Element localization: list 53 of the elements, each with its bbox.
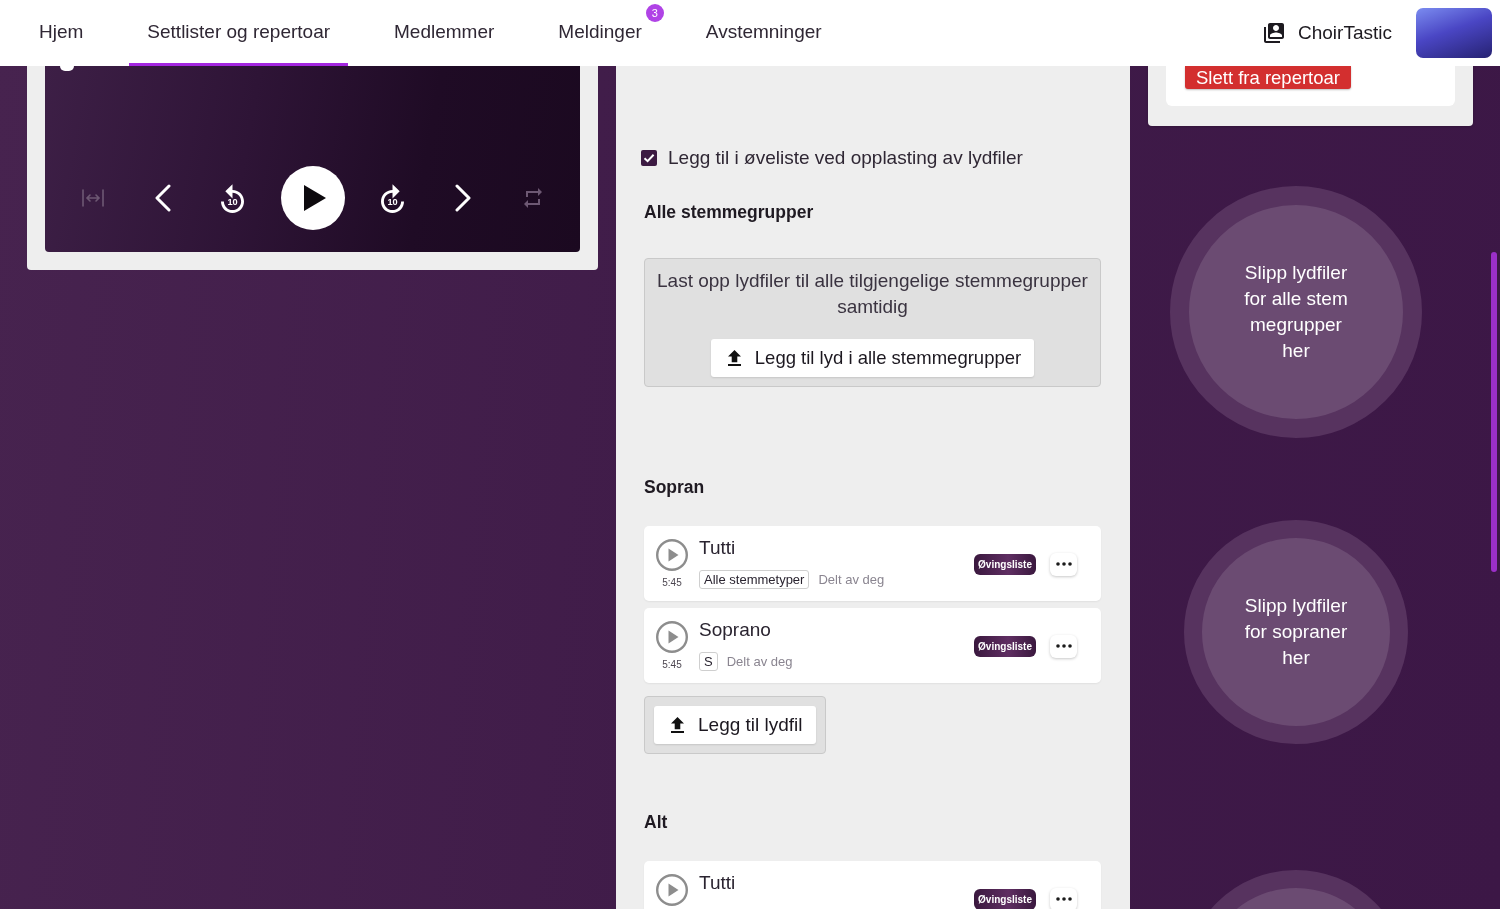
nav-tab[interactable]: Avstemninger	[687, 0, 840, 66]
delete-button[interactable]: Slett fra repertoar	[1185, 66, 1351, 89]
photo-placeholder[interactable]	[1416, 8, 1492, 58]
chevron-left-icon[interactable]	[154, 184, 171, 212]
play-icon[interactable]	[656, 621, 688, 653]
more-icon	[1055, 897, 1072, 901]
forward-icon[interactable]: 10	[381, 183, 404, 213]
more-button[interactable]	[1050, 552, 1077, 576]
shared-by-text: Delt av deg	[818, 572, 885, 587]
track-card[interactable]: Tutti Øvingsliste	[644, 861, 1101, 909]
replay-icon[interactable]: 10	[221, 183, 244, 213]
section-heading: Sopran	[644, 476, 706, 499]
drop-zone-text: Slipp lydfiler for sopraner her	[1243, 594, 1349, 670]
checkbox[interactable]	[641, 150, 657, 166]
person-cards-icon[interactable]	[1264, 23, 1284, 43]
checkbox-label: Legg til i øveliste ved opplasting av lydfiler	[668, 148, 1023, 168]
practice-list-badge: Øvingsliste	[974, 888, 1036, 909]
track-title: Soprano	[699, 618, 772, 642]
drop-zone[interactable]: Slipp lydfiler for alle stemmegrupper her	[1170, 186, 1422, 438]
track-title: Tutti	[699, 536, 737, 560]
drop-zone-text: Slipp lydfiler for alle stemmegrupper her	[1243, 261, 1349, 363]
track-card[interactable]: 5:45 Soprano S Delt av deg Øvingsliste	[644, 608, 1101, 683]
upload-button[interactable]: Legg til lydfil	[654, 706, 816, 744]
voice-type-tag: Alle stemmetyper	[699, 570, 810, 589]
track-duration: 5:45	[662, 577, 682, 589]
scrollbar-thumb[interactable]	[1491, 252, 1497, 572]
section-heading: Alt	[644, 811, 669, 834]
upload-description: Last opp lydfiler til alle tilgjengelige stemmegrupper samtidig	[656, 269, 1089, 319]
chevron-right-icon[interactable]	[454, 184, 471, 212]
practice-list-badge: Øvingsliste	[974, 553, 1036, 575]
notification-badge: 3	[645, 4, 664, 22]
upload-icon	[727, 350, 741, 366]
track-card[interactable]: 5:45 Tutti Alle stemmetyper Delt av deg Øvingsliste	[644, 526, 1101, 601]
track-title: Tutti	[699, 871, 737, 895]
upload-icon	[671, 717, 684, 733]
voice-type-tag: S	[699, 652, 718, 671]
seek-handle[interactable]	[60, 66, 74, 71]
practice-list-badge: Øvingsliste	[974, 635, 1036, 657]
more-button[interactable]	[1050, 634, 1077, 658]
upload-button[interactable]: Legg til lyd i alle stemmegrupper	[710, 339, 1035, 377]
more-button[interactable]	[1050, 887, 1077, 909]
more-icon	[1055, 562, 1072, 566]
nav-tab[interactable]: Medlemmer	[376, 0, 513, 66]
track-duration: 5:45	[662, 659, 682, 671]
play-icon[interactable]	[656, 874, 688, 906]
section-heading: Alle stemmegrupper	[644, 201, 815, 224]
drop-zone[interactable]: Slipp lydfiler for sopraner her	[1184, 520, 1408, 744]
play-icon[interactable]	[656, 539, 688, 571]
nav-tab[interactable]: Hjem	[21, 0, 102, 66]
shared-by-text: Delt av deg	[726, 654, 793, 669]
more-icon	[1055, 644, 1072, 648]
play-icon	[304, 185, 326, 211]
app-name: ChoirTastic	[1298, 22, 1392, 44]
